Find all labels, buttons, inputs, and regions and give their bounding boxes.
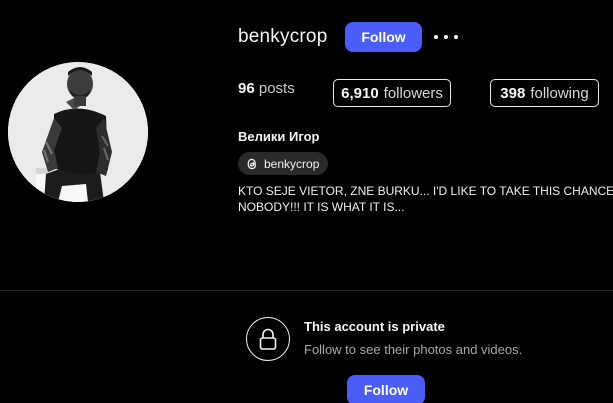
profile-photo	[8, 62, 148, 202]
threads-link[interactable]: benkycrop	[238, 152, 329, 175]
posts-label: posts	[258, 80, 295, 97]
threads-icon	[245, 157, 259, 171]
following-label: following	[530, 84, 589, 102]
private-account-subtitle: Follow to see their photos and videos.	[304, 342, 523, 357]
following-link[interactable]: 398 following	[490, 79, 599, 107]
follow-button-private[interactable]: Follow	[347, 375, 425, 403]
posts-count: 96 posts	[238, 80, 295, 97]
lock-icon	[246, 317, 290, 361]
private-account-title: This account is private	[304, 319, 445, 334]
threads-handle: benkycrop	[264, 156, 320, 171]
divider	[0, 290, 613, 291]
username: benkycrop	[238, 26, 328, 47]
following-number: 398	[500, 84, 526, 102]
avatar[interactable]	[8, 62, 148, 202]
full-name: Велики Игор	[238, 129, 320, 144]
profile-page: benkycrop Follow 96 posts 6,910 follower…	[0, 0, 613, 403]
follow-button[interactable]: Follow	[345, 22, 422, 52]
bio-text: KTO SEJE VIETOR, ZNE BURKU... I'D LIKE T…	[238, 183, 613, 215]
bio-line-1: KTO SEJE VIETOR, ZNE BURKU... I'D LIKE T…	[238, 184, 613, 198]
bio-line-2: NOBODY!!! IT IS WHAT IT IS...	[238, 200, 405, 214]
more-horizontal-icon[interactable]	[434, 28, 458, 46]
followers-number: 6,910	[341, 84, 379, 102]
followers-label: followers	[383, 84, 443, 102]
posts-number: 96	[238, 80, 255, 97]
followers-link[interactable]: 6,910 followers	[333, 79, 451, 107]
